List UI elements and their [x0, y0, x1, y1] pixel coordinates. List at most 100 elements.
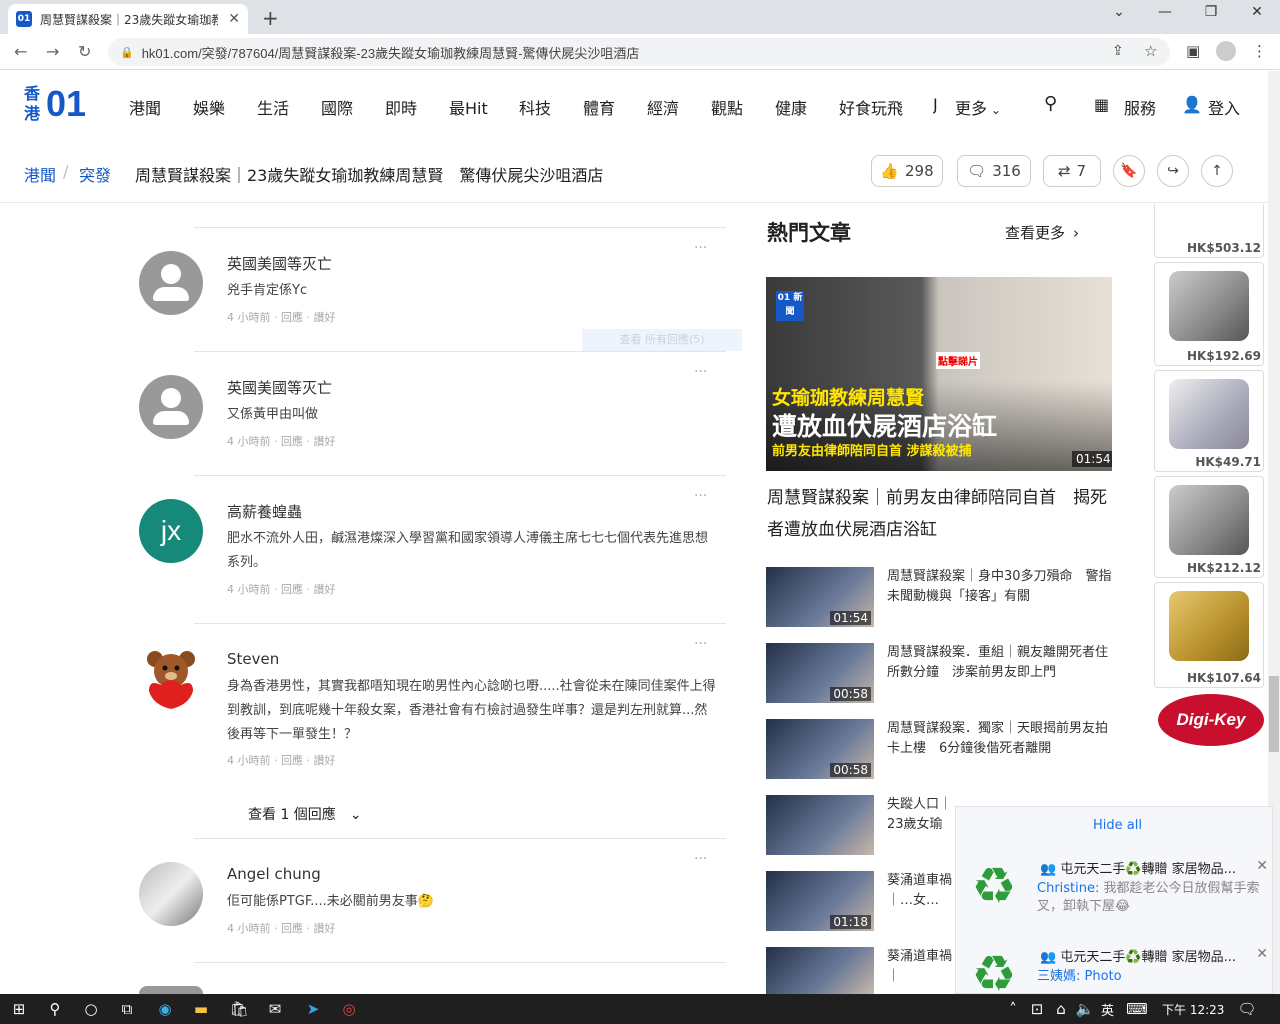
- address-bar[interactable]: 🔒 hk01.com/突發/787604/周慧賢謀殺案-23歲失蹤女瑜珈教練周慧…: [108, 38, 1170, 66]
- comment-meta[interactable]: 4 小時前 · 回應 · 讚好: [227, 309, 335, 325]
- forward-icon[interactable]: →: [46, 42, 59, 61]
- nav-item-4[interactable]: 即時: [385, 95, 417, 119]
- notification-center-icon[interactable]: 🗨: [1236, 998, 1258, 1020]
- windows-start-icon[interactable]: ⊞: [8, 998, 30, 1020]
- close-icon[interactable]: ✕: [1256, 858, 1268, 874]
- hero-video[interactable]: 01 新聞 點擊睇片 女瑜珈教練周慧賢 遭放血伏屍酒店浴缸 前男友由律師陪同自首…: [766, 277, 1112, 471]
- profile-icon[interactable]: [1216, 41, 1236, 61]
- hero-caption[interactable]: 周慧賢謀殺案｜前男友由律師陪同自首 揭死者遭放血伏屍酒店浴缸: [767, 482, 1112, 546]
- hot-article-link[interactable]: 失蹤人口｜23歲女瑜珈教練周慧賢 失蹤 家人: [887, 795, 955, 835]
- repost-button[interactable]: ⇄ 7: [1043, 155, 1101, 187]
- nav-item-12[interactable]: J: [933, 95, 941, 114]
- breadcrumb-0[interactable]: 港聞: [24, 162, 56, 186]
- ad-product[interactable]: HK$503.12: [1154, 204, 1264, 258]
- back-icon[interactable]: ←: [14, 42, 27, 61]
- avatar[interactable]: [139, 647, 203, 711]
- view-replies-button[interactable]: 查看 1 個回應 ⌄: [248, 804, 362, 824]
- hot-thumbnail[interactable]: 01:18: [766, 871, 874, 931]
- more-options-icon[interactable]: ···: [694, 851, 707, 867]
- nav-item-11[interactable]: 好食玩飛: [839, 95, 903, 119]
- chrome-icon[interactable]: ◎: [338, 998, 360, 1020]
- comment-author[interactable]: Angel chung: [227, 865, 321, 883]
- scrollbar-thumb[interactable]: [1269, 676, 1279, 752]
- nav-item-5[interactable]: 最Hit: [449, 95, 488, 119]
- nav-more[interactable]: 更多 ⌄: [955, 95, 1001, 119]
- like-button[interactable]: 👍 298: [871, 155, 943, 187]
- new-tab-button[interactable]: +: [262, 6, 279, 30]
- comment-button[interactable]: 🗨 316: [957, 155, 1031, 187]
- nav-item-6[interactable]: 科技: [519, 95, 551, 119]
- ad-product[interactable]: HK$212.12: [1154, 476, 1264, 578]
- cortana-icon[interactable]: ○: [80, 998, 102, 1020]
- logo-mark[interactable]: 01: [46, 84, 102, 124]
- tab-search-icon[interactable]: ⌄: [1096, 4, 1142, 20]
- notification[interactable]: ♻ 👥 屯元天二手♻️轉贈 家居物品... 三姨媽: Photo ✕: [960, 940, 1272, 994]
- search-icon[interactable]: ⚲: [44, 998, 66, 1020]
- reload-icon[interactable]: ↻: [78, 42, 91, 61]
- comment-author[interactable]: 英國美國等灭亡: [227, 253, 332, 274]
- hot-thumbnail[interactable]: 00:58: [766, 643, 874, 703]
- more-options-icon[interactable]: ···: [694, 364, 707, 380]
- comment-author[interactable]: 高薪養蝗蟲: [227, 501, 302, 522]
- breadcrumb-1[interactable]: 突發: [79, 162, 111, 186]
- avatar[interactable]: [139, 251, 203, 315]
- hot-more-link[interactable]: 查看更多 ›: [1005, 222, 1079, 243]
- nav-item-1[interactable]: 娛樂: [193, 95, 225, 119]
- nav-item-10[interactable]: 健康: [775, 95, 807, 119]
- hot-thumbnail[interactable]: [766, 795, 874, 855]
- digikey-logo[interactable]: Digi-Key: [1158, 694, 1264, 746]
- comment-meta[interactable]: 4 小時前 · 回應 · 讚好: [227, 433, 335, 449]
- mail-icon[interactable]: ✉: [264, 998, 286, 1020]
- tray-chevron-icon[interactable]: ˄: [1002, 998, 1024, 1020]
- hot-article-link[interactable]: 葵涌道車禍｜…女…: [887, 871, 955, 911]
- close-icon[interactable]: ✕: [1256, 946, 1268, 962]
- avatar[interactable]: [139, 986, 203, 994]
- notification[interactable]: ♻ 👥 屯元天二手♻️轉贈 家居物品... Christine: 我都趁老公今日…: [960, 852, 1272, 922]
- user-icon[interactable]: 👤: [1182, 95, 1202, 114]
- hot-article-link[interactable]: 周慧賢謀殺案｜身中30多刀殞命 警指未聞動機與「接客」有關: [887, 567, 1113, 607]
- comment-author[interactable]: Steven: [227, 650, 279, 668]
- nav-item-0[interactable]: 港聞: [129, 95, 161, 119]
- network-icon[interactable]: ⌂: [1050, 998, 1072, 1020]
- share-arrow-icon[interactable]: ↪: [1157, 155, 1189, 187]
- nav-item-9[interactable]: 觀點: [711, 95, 743, 119]
- grid-icon[interactable]: ▦: [1094, 95, 1109, 114]
- nav-item-7[interactable]: 體育: [583, 95, 615, 119]
- more-options-icon[interactable]: ···: [694, 488, 707, 504]
- hot-article-link[interactable]: 葵涌道車禍｜: [887, 947, 955, 987]
- search-icon[interactable]: ⚲: [1044, 93, 1057, 114]
- nav-item-2[interactable]: 生活: [257, 95, 289, 119]
- bookmark-icon[interactable]: 🔖: [1113, 155, 1145, 187]
- comment-meta[interactable]: 4 小時前 · 回應 · 讚好: [227, 581, 335, 597]
- menu-icon[interactable]: ⋮: [1252, 42, 1267, 60]
- tab-close-icon[interactable]: ✕: [228, 11, 240, 27]
- ad-product[interactable]: HK$49.71: [1154, 370, 1264, 472]
- minimize-button[interactable]: —: [1142, 4, 1188, 20]
- comment-author[interactable]: 英國美國等灭亡: [227, 377, 332, 398]
- scroll-top-icon[interactable]: ↑: [1201, 155, 1233, 187]
- browser-tab[interactable]: 01 周慧賢謀殺案｜23歲失蹤女瑜珈教練周慧賢 - 驚傳伏屍尖沙咀酒店 ✕: [8, 4, 248, 34]
- more-options-icon[interactable]: ···: [694, 636, 707, 652]
- clock[interactable]: 下午 12:23: [1162, 1001, 1224, 1018]
- hot-article-link[interactable]: 周慧賢謀殺案．重組｜親友離開死者住所數分鐘 涉案前男友即上門: [887, 643, 1113, 683]
- hot-thumbnail[interactable]: [766, 947, 874, 994]
- volume-icon[interactable]: 🔈: [1074, 998, 1096, 1020]
- edge-icon[interactable]: ◉: [154, 998, 176, 1020]
- faded-reply-link[interactable]: 查看 所有回應(5): [582, 329, 742, 351]
- telegram-icon[interactable]: ➤: [302, 998, 324, 1020]
- close-window-button[interactable]: ✕: [1234, 4, 1280, 20]
- hot-thumbnail[interactable]: 01:54: [766, 567, 874, 627]
- tray-app-icon[interactable]: ⊡: [1026, 998, 1048, 1020]
- lock-icon[interactable]: 🔒: [120, 46, 134, 59]
- hide-all-button[interactable]: Hide all: [1093, 818, 1142, 833]
- file-explorer-icon[interactable]: ▬: [190, 998, 212, 1020]
- comment-meta[interactable]: 4 小時前 · 回應 · 讚好: [227, 752, 335, 768]
- ad-product[interactable]: HK$107.64: [1154, 582, 1264, 688]
- store-icon[interactable]: 🛍: [228, 998, 250, 1020]
- bookmark-star-icon[interactable]: ☆: [1144, 42, 1157, 60]
- nav-item-3[interactable]: 國際: [321, 95, 353, 119]
- more-options-icon[interactable]: ···: [694, 240, 707, 256]
- ad-product[interactable]: HK$192.69: [1154, 262, 1264, 366]
- avatar[interactable]: jx: [139, 499, 203, 563]
- ime-indicator[interactable]: 英: [1101, 1000, 1114, 1019]
